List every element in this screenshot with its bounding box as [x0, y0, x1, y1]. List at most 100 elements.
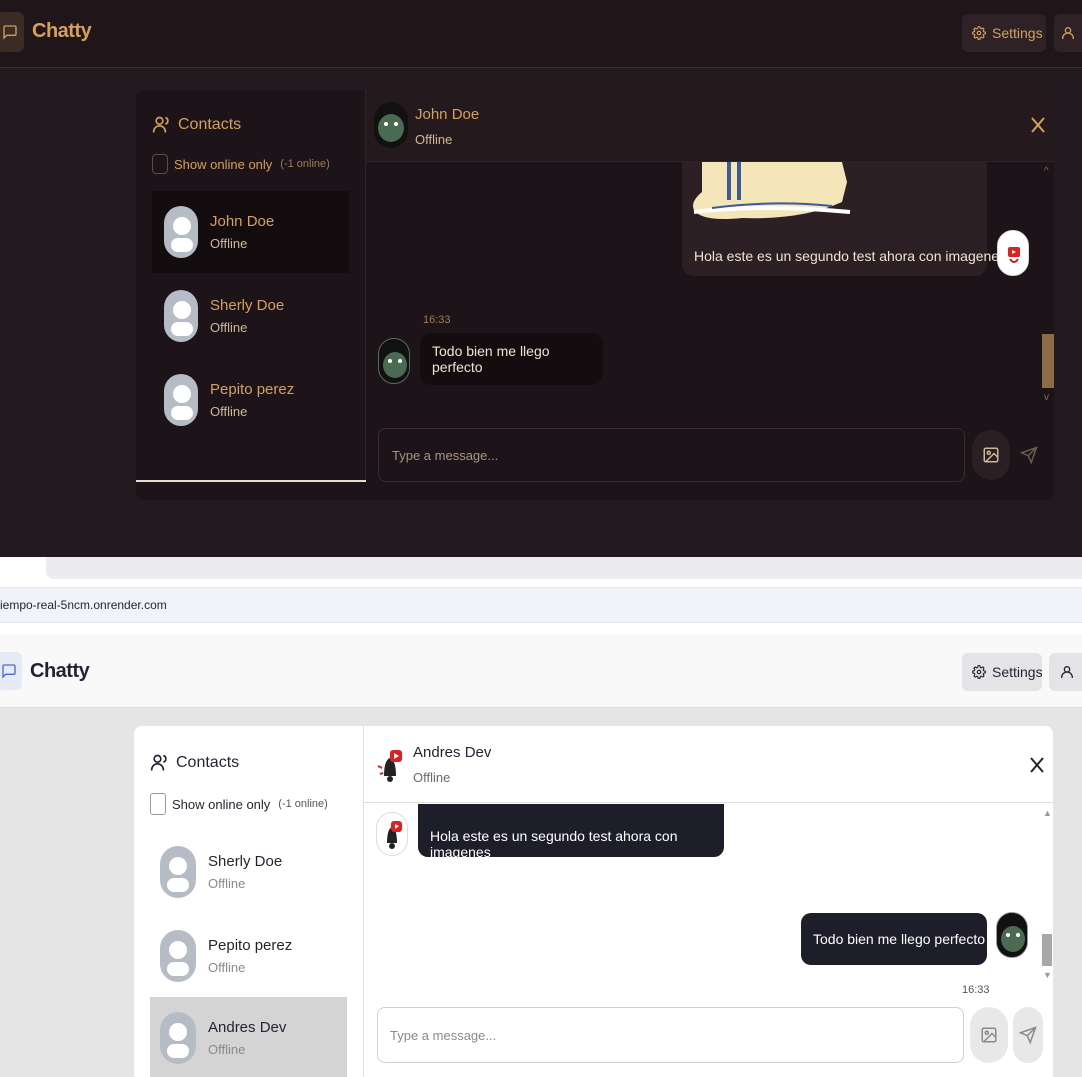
sender-avatar — [997, 230, 1029, 276]
contacts-title: Contacts — [178, 116, 242, 133]
contact-status: Offline — [210, 236, 248, 251]
url-text[interactable]: iempo-real-5ncm.onrender.com — [0, 598, 167, 612]
scroll-up-arrow[interactable]: ▲ — [1043, 808, 1052, 818]
show-online-label: Show online only — [172, 796, 271, 812]
chat-container: Contacts Show online only (-1 online) Jo… — [136, 90, 1054, 500]
avatar — [160, 930, 196, 982]
navbar: Chatty Settings — [0, 0, 1082, 68]
show-online-checkbox[interactable] — [150, 793, 166, 815]
avatar — [164, 374, 198, 426]
logo-icon[interactable] — [0, 12, 24, 52]
avatar — [160, 846, 196, 898]
gear-icon — [972, 665, 986, 679]
user-icon — [1059, 663, 1075, 681]
settings-label: Settings — [992, 664, 1043, 680]
browser-chrome: iempo-real-5ncm.onrender.com — [0, 557, 1082, 634]
chat-contact-status: Offline — [413, 770, 451, 785]
contacts-header: Contacts — [152, 114, 241, 136]
logo-icon[interactable] — [0, 652, 22, 690]
chat-container: Contacts Show online only (-1 online) Sh… — [134, 726, 1053, 1077]
chat-contact-name: John Doe — [415, 106, 480, 123]
avatar — [164, 206, 198, 258]
message-bubble: Hola este es un segundo test ahora con i… — [418, 804, 724, 860]
users-icon — [150, 752, 170, 774]
contact-name: John Doe — [210, 213, 275, 230]
contact-name: Sherly Doe — [208, 853, 283, 870]
send-button[interactable] — [1014, 430, 1044, 480]
user-icon — [1060, 24, 1076, 42]
contact-name: Pepito perez — [210, 381, 295, 398]
receiver-avatar — [376, 812, 408, 856]
send-button[interactable] — [1013, 1007, 1043, 1063]
brand-name[interactable]: Chatty — [32, 20, 92, 43]
message-bubble: Todo bien me llego perfecto — [801, 913, 987, 965]
chat-contact-name: Andres Dev — [413, 744, 492, 761]
contact-item[interactable]: John Doe Offline — [152, 191, 349, 273]
contact-item[interactable]: Sherly Doe Offline — [152, 275, 349, 357]
message-time: 16:33 — [423, 314, 451, 326]
settings-button[interactable]: Settings — [962, 14, 1046, 52]
gear-icon — [972, 26, 986, 40]
light-theme-app: Chatty Settings Contacts Show online onl… — [0, 634, 1082, 1077]
contact-status: Offline — [208, 876, 246, 891]
address-bar[interactable]: iempo-real-5ncm.onrender.com — [0, 587, 1082, 623]
sidebar: Contacts Show online only (-1 online) Sh… — [134, 726, 364, 1077]
close-icon[interactable] — [1029, 756, 1045, 774]
message-input[interactable]: Type a message... — [378, 428, 965, 482]
contact-status: Offline — [208, 960, 246, 975]
show-online-label: Show online only — [174, 156, 273, 172]
attach-image-button[interactable] — [972, 430, 1010, 480]
show-online-checkbox[interactable] — [152, 154, 168, 174]
scrollbar-thumb[interactable] — [1042, 334, 1054, 388]
profile-button[interactable] — [1049, 653, 1082, 691]
image-icon — [982, 445, 1000, 465]
settings-button[interactable]: Settings — [962, 653, 1043, 691]
message-bubble: Todo bien me llego perfecto — [420, 333, 603, 385]
contact-item[interactable]: Pepito perez Offline — [150, 915, 347, 997]
chat-header: Andres Dev Offline — [364, 726, 1053, 803]
online-count: (-1 online) — [278, 798, 328, 810]
sender-avatar — [996, 912, 1028, 958]
online-count: (-1 online) — [280, 158, 330, 170]
contact-avatar — [374, 746, 406, 790]
chat-header: John Doe Offline — [366, 90, 1054, 162]
scrollbar-thumb[interactable] — [1042, 934, 1052, 966]
brand-name[interactable]: Chatty — [30, 660, 90, 683]
scroll-up-arrow[interactable]: ^ — [1044, 166, 1049, 177]
contact-status: Offline — [210, 404, 248, 419]
scroll-down-arrow[interactable]: ▼ — [1043, 970, 1052, 980]
sidebar: Contacts Show online only (-1 online) Jo… — [136, 90, 366, 482]
dark-theme-app: Chatty Settings Contacts Show online onl… — [0, 0, 1082, 557]
chat-contact-status: Offline — [415, 132, 453, 147]
users-icon — [152, 114, 172, 136]
navbar: Chatty Settings — [0, 634, 1082, 708]
contacts-title: Contacts — [176, 754, 240, 771]
send-icon — [1020, 445, 1038, 465]
receiver-avatar — [378, 338, 410, 384]
send-icon — [1019, 1025, 1037, 1045]
contact-name: Pepito perez — [208, 937, 293, 954]
attach-image-button[interactable] — [970, 1007, 1008, 1063]
avatar — [164, 290, 198, 342]
contact-item[interactable]: Pepito perez Offline — [152, 359, 349, 441]
contact-avatar — [374, 102, 408, 148]
sent-image[interactable] — [682, 162, 987, 222]
message-time: 16:33 — [962, 984, 990, 996]
scroll-down-arrow[interactable]: v — [1044, 392, 1049, 403]
profile-button[interactable] — [1054, 14, 1082, 52]
contact-item[interactable]: Andres Dev Offline — [150, 997, 347, 1077]
show-online-toggle[interactable]: Show online only (-1 online) — [150, 793, 328, 815]
contact-item[interactable]: Sherly Doe Offline — [150, 831, 347, 913]
settings-label: Settings — [992, 25, 1043, 41]
show-online-toggle[interactable]: Show online only (-1 online) — [152, 154, 330, 174]
image-icon — [980, 1025, 998, 1045]
contact-status: Offline — [208, 1042, 246, 1057]
message-input[interactable]: Type a message... — [377, 1007, 964, 1063]
contacts-header: Contacts — [150, 752, 239, 774]
divider — [136, 480, 366, 482]
contact-name: Andres Dev — [208, 1019, 287, 1036]
tab-strip — [46, 557, 1082, 579]
close-icon[interactable] — [1030, 116, 1046, 134]
contact-name: Sherly Doe — [210, 297, 285, 314]
contact-status: Offline — [210, 320, 248, 335]
